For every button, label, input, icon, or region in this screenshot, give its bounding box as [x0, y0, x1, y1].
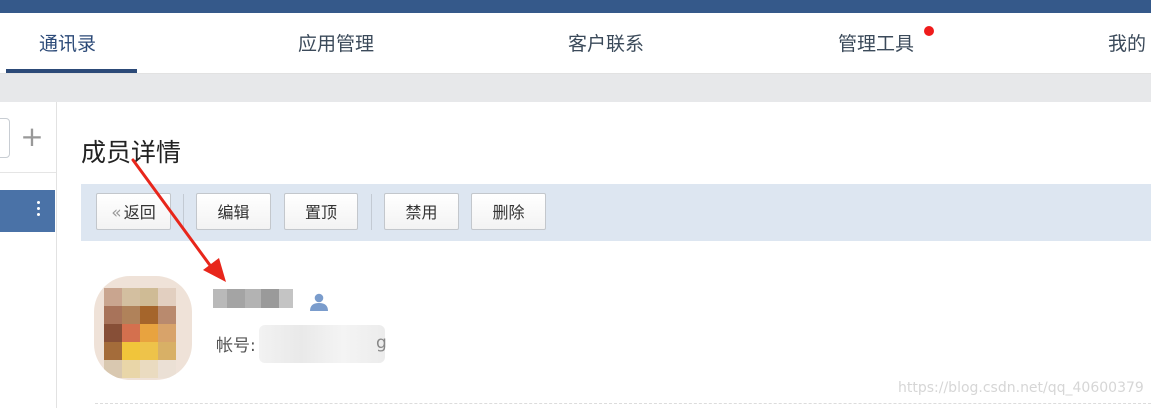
- tab-customer-contact[interactable]: 客户联系: [568, 13, 644, 73]
- delete-button[interactable]: 删除: [471, 193, 546, 230]
- notification-dot: [924, 26, 934, 36]
- pin-to-top-button[interactable]: 置顶: [284, 193, 358, 230]
- tab-mine[interactable]: 我的: [1108, 13, 1146, 73]
- sidebar-divider: [0, 172, 56, 173]
- action-toolbar: «返回 编辑 置顶 禁用 删除: [81, 184, 1151, 241]
- section-divider: [95, 403, 1151, 404]
- sidebar-item-selected[interactable]: [0, 190, 55, 232]
- user-icon: [310, 293, 328, 311]
- toolbar-divider: [371, 194, 372, 230]
- avatar: [94, 276, 192, 380]
- vertical-dots-icon[interactable]: [34, 198, 42, 224]
- toolbar-divider: [183, 194, 184, 230]
- member-name-redacted: [213, 289, 299, 308]
- sidebar: +: [0, 102, 57, 408]
- double-chevron-left-icon: «: [111, 203, 122, 223]
- tab-management-tools[interactable]: 管理工具: [838, 13, 914, 73]
- plus-icon[interactable]: +: [20, 120, 44, 154]
- back-button-label: 返回: [123, 203, 156, 222]
- watermark: https://blog.csdn.net/qq_40600379: [898, 380, 1144, 396]
- main-nav: 通讯录 应用管理 客户联系 管理工具 我的: [0, 13, 1151, 74]
- page-title: 成员详情: [81, 138, 182, 167]
- gray-divider-bar: [0, 74, 1151, 102]
- account-value-redacted: [259, 325, 385, 363]
- disable-button[interactable]: 禁用: [384, 193, 459, 230]
- sidebar-search-input[interactable]: [0, 118, 10, 158]
- edit-button[interactable]: 编辑: [196, 193, 271, 230]
- back-button[interactable]: «返回: [96, 193, 171, 230]
- account-label: 帐号:: [216, 336, 256, 356]
- top-header-bar: [0, 0, 1151, 13]
- avatar-pixelated-image: [104, 288, 176, 378]
- active-tab-underline: [6, 69, 137, 73]
- tab-app-management[interactable]: 应用管理: [298, 13, 374, 73]
- account-value-tail: g: [376, 333, 387, 353]
- tab-contacts[interactable]: 通讯录: [39, 13, 96, 73]
